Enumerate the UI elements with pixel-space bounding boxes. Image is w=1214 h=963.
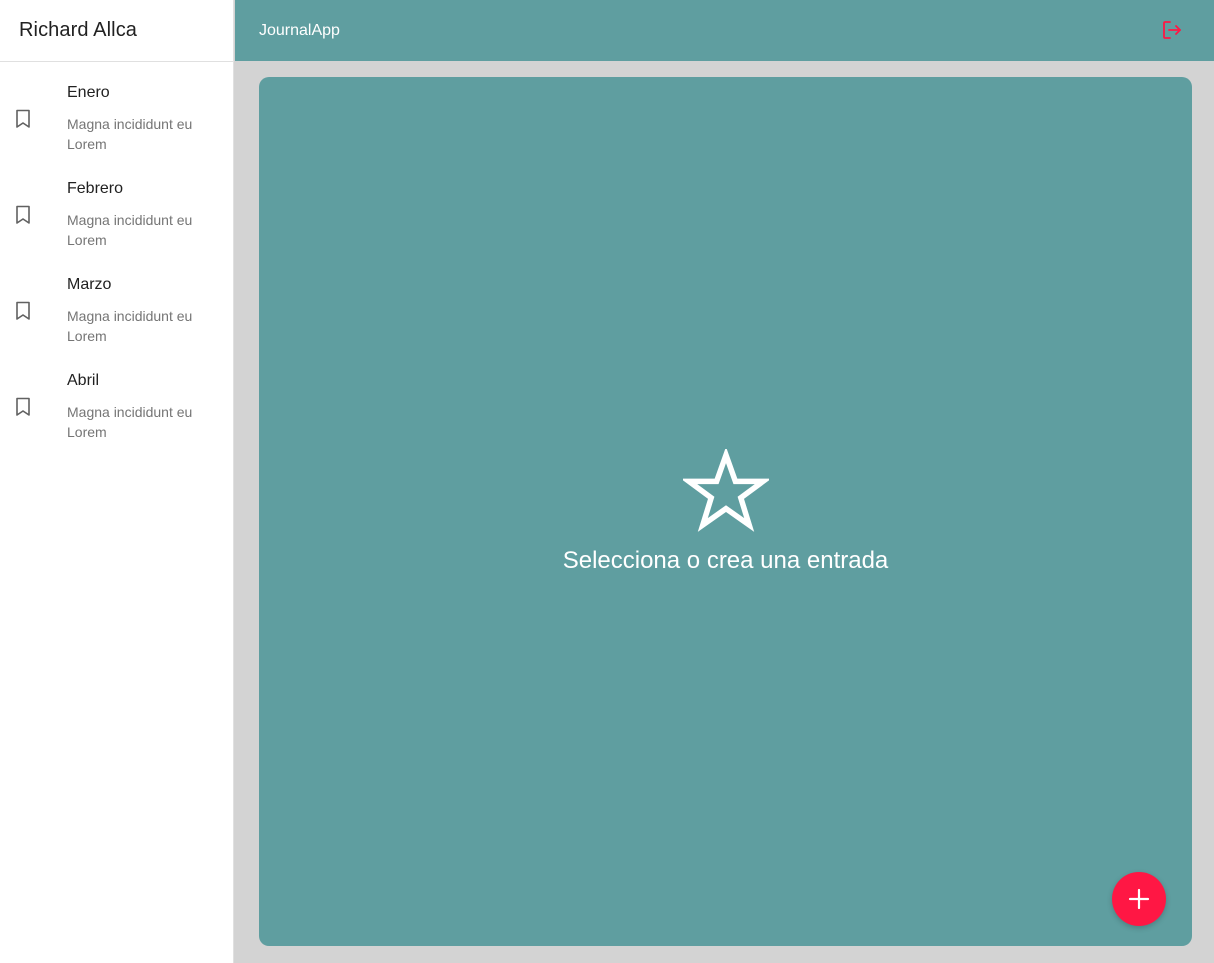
sidebar-header: Richard Allca [0,0,233,62]
sidebar: Richard Allca Enero Magna incididunt eu … [0,0,234,963]
entry-title: Marzo [67,276,112,293]
entry-body: Magna incididunt eu Lorem [67,116,193,152]
add-entry-button[interactable] [1112,872,1166,926]
bookmark-icon [16,205,30,224]
main-content: Selecciona o crea una entrada [259,77,1192,946]
entry-item-marzo[interactable]: Marzo Magna incididunt eu Lorem [0,274,233,370]
user-name: Richard Allca [19,19,138,41]
entry-list: Enero Magna incididunt eu Lorem Febrero … [0,82,233,466]
app-title: JournalApp [259,21,340,39]
top-app-bar: JournalApp [235,0,1214,61]
star-icon [682,449,769,532]
empty-state: Selecciona o crea una entrada [259,449,1192,575]
bookmark-icon [16,301,30,320]
bookmark-icon [16,109,30,128]
entry-item-abril[interactable]: Abril Magna incididunt eu Lorem [0,370,233,466]
entry-item-febrero[interactable]: Febrero Magna incididunt eu Lorem [0,178,233,274]
bookmark-icon [16,397,30,416]
entry-title: Enero [67,84,110,101]
entry-body: Magna incididunt eu Lorem [67,404,193,440]
entry-body: Magna incididunt eu Lorem [67,212,193,248]
entry-item-enero[interactable]: Enero Magna incididunt eu Lorem [0,82,233,178]
logout-button[interactable] [1160,18,1184,42]
entry-body: Magna incididunt eu Lorem [67,308,193,344]
entry-title: Abril [67,372,100,389]
empty-state-text: Selecciona o crea una entrada [562,547,889,574]
add-icon [1128,888,1150,910]
entry-title: Febrero [67,180,124,197]
logout-icon [1163,21,1181,39]
